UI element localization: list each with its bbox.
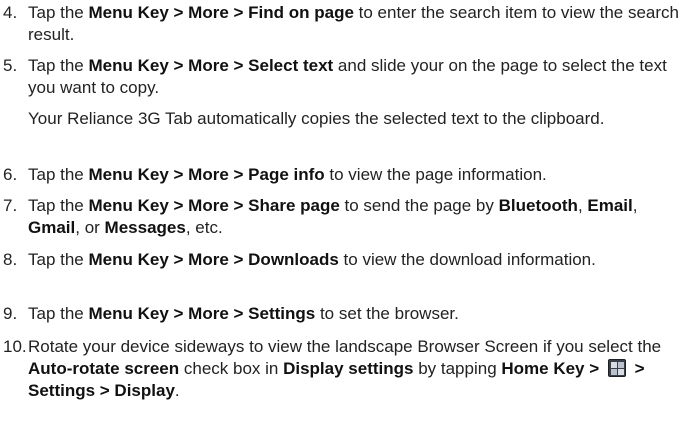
step-number: 4. (3, 3, 18, 22)
step-number: 6. (3, 165, 18, 184)
step-text: Tap the Menu Key > More > Find on page t… (28, 2, 694, 46)
bold-text: Menu Key > More > Downloads (88, 250, 339, 269)
step-text: Tap the Menu Key > More > Settings to se… (28, 303, 694, 325)
bold-text: Gmail (28, 218, 76, 237)
step-number: 10. (3, 337, 27, 356)
bold-text: Display settings (283, 359, 414, 378)
plain-text: Tap the (28, 56, 89, 75)
step-7: 7. Tap the Menu Key > More > Share page … (0, 195, 694, 239)
bold-text: Menu Key > More > Select text (88, 56, 334, 75)
plain-text: Tap the (28, 304, 89, 323)
bold-text: Menu Key > More > Settings (88, 304, 316, 323)
plain-text: to set the browser. (315, 304, 459, 323)
step-number: 8. (3, 250, 18, 269)
plain-text: to view the download information. (338, 250, 596, 269)
apps-grid-icon (607, 359, 626, 377)
step-number: 5. (3, 56, 18, 75)
plain-text: Tap the (28, 165, 89, 184)
bold-text: Home Key > (501, 359, 604, 378)
step-number: 9. (3, 304, 18, 323)
plain-text: , (577, 196, 588, 215)
plain-text: to view the page information. (324, 165, 547, 184)
plain-text: to send the page by (339, 196, 499, 215)
bold-text: Menu Key > More > Page info (88, 165, 325, 184)
plain-text: Tap the (28, 250, 89, 269)
plain-text: Tap the (28, 196, 89, 215)
step-4: 4. Tap the Menu Key > More > Find on pag… (0, 2, 694, 46)
plain-text: Tap the (28, 3, 89, 22)
plain-text: , (632, 196, 638, 215)
step-5-note: Your Reliance 3G Tab automatically copie… (28, 109, 605, 128)
step-text: Tap the Menu Key > More > Downloads to v… (28, 249, 694, 271)
step-5: 5. Tap the Menu Key > More > Select text… (0, 55, 694, 99)
bold-text: Email (587, 196, 633, 215)
step-6: 6. Tap the Menu Key > More > Page info t… (0, 164, 694, 186)
step-text: Rotate your device sideways to view the … (28, 336, 694, 402)
step-text: Tap the Menu Key > More > Page info to v… (28, 164, 694, 186)
step-10: 10. Rotate your device sideways to view … (0, 336, 694, 402)
step-number: 7. (3, 196, 18, 215)
instruction-document: 4. Tap the Menu Key > More > Find on pag… (0, 0, 698, 426)
plain-text: by tapping (413, 359, 502, 378)
step-9: 9. Tap the Menu Key > More > Settings to… (0, 303, 694, 325)
step-8: 8. Tap the Menu Key > More > Downloads t… (0, 249, 694, 271)
bold-text: Messages (104, 218, 186, 237)
plain-text: . (174, 381, 180, 400)
step-text: Tap the Menu Key > More > Select text an… (28, 55, 694, 99)
plain-text: Rotate your device sideways to view the … (28, 337, 662, 356)
plain-text: , etc. (185, 218, 223, 237)
plain-text: check box in (179, 359, 284, 378)
bold-text: Menu Key > More > Share page (88, 196, 340, 215)
bold-text: Auto-rotate screen (28, 359, 180, 378)
plain-text: , or (75, 218, 105, 237)
step-text: Tap the Menu Key > More > Share page to … (28, 195, 694, 239)
bold-text: Menu Key > More > Find on page (88, 3, 354, 22)
bold-text: Bluetooth (498, 196, 578, 215)
